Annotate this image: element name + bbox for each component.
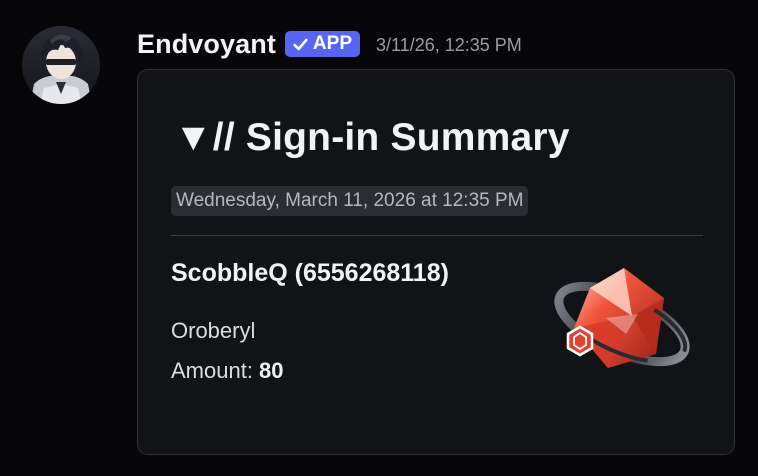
author-username[interactable]: Endvoyant xyxy=(137,29,276,60)
embed-date[interactable]: Wednesday, March 11, 2026 at 12:35 PM xyxy=(171,186,529,216)
amount-value: 80 xyxy=(259,358,284,383)
embed-card: ▼// Sign-in Summary Wednesday, March 11,… xyxy=(137,69,735,455)
amount-label: Amount: xyxy=(171,358,260,383)
field-item-name: Oroberyl xyxy=(171,318,256,343)
chat-message: Endvoyant APP 3/11/26, 12:35 PM ▼// Sign… xyxy=(0,0,758,476)
message-timestamp[interactable]: 3/11/26, 12:35 PM xyxy=(376,35,522,56)
message-header: Endvoyant APP 3/11/26, 12:35 PM xyxy=(137,26,522,62)
embed-title: ▼// Sign-in Summary xyxy=(174,116,570,159)
author-avatar[interactable] xyxy=(22,26,100,104)
app-badge-label: APP xyxy=(312,33,352,54)
field-amount: Amount: 80 xyxy=(171,358,284,384)
field-account-name: ScobbleQ (6556268118) xyxy=(171,259,449,287)
oroberyl-crystal-icon xyxy=(554,268,690,368)
character-portrait-icon xyxy=(22,26,100,104)
embed-divider xyxy=(171,235,703,236)
checkmark-icon xyxy=(293,38,308,50)
app-badge: APP xyxy=(284,31,360,57)
embed-thumbnail[interactable] xyxy=(546,258,696,382)
